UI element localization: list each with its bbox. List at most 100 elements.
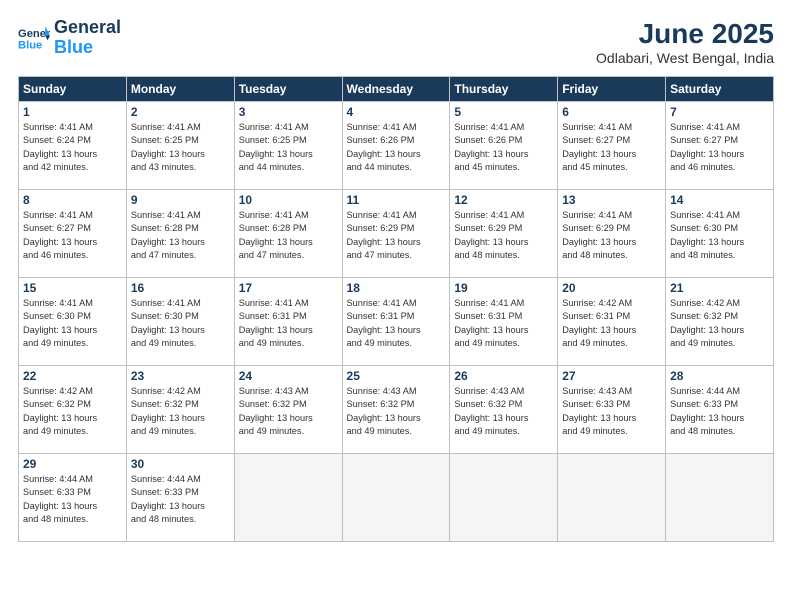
calendar-cell: 28 Sunrise: 4:44 AMSunset: 6:33 PMDayligh…	[666, 366, 774, 454]
day-info: Sunrise: 4:41 AMSunset: 6:27 PMDaylight:…	[670, 121, 769, 174]
day-number: 19	[454, 281, 553, 295]
day-number: 18	[347, 281, 446, 295]
calendar-cell: 5 Sunrise: 4:41 AMSunset: 6:26 PMDaylight…	[450, 102, 558, 190]
logo: General Blue General Blue	[18, 18, 121, 58]
day-number: 8	[23, 193, 122, 207]
day-info: Sunrise: 4:43 AMSunset: 6:32 PMDaylight:…	[239, 385, 338, 438]
day-info: Sunrise: 4:41 AMSunset: 6:29 PMDaylight:…	[347, 209, 446, 262]
day-info: Sunrise: 4:41 AMSunset: 6:29 PMDaylight:…	[562, 209, 661, 262]
day-info: Sunrise: 4:41 AMSunset: 6:30 PMDaylight:…	[670, 209, 769, 262]
calendar-week-row: 22 Sunrise: 4:42 AMSunset: 6:32 PMDayligh…	[19, 366, 774, 454]
calendar-cell: 10 Sunrise: 4:41 AMSunset: 6:28 PMDayligh…	[234, 190, 342, 278]
calendar-cell: 20 Sunrise: 4:42 AMSunset: 6:31 PMDayligh…	[558, 278, 666, 366]
day-info: Sunrise: 4:41 AMSunset: 6:29 PMDaylight:…	[454, 209, 553, 262]
calendar-cell: 21Sunrise: 4:42 AMSunset: 6:32 PMDayligh…	[666, 278, 774, 366]
day-number: 28	[670, 369, 769, 383]
day-info: Sunrise: 4:41 AMSunset: 6:26 PMDaylight:…	[454, 121, 553, 174]
day-number: 16	[131, 281, 230, 295]
calendar-cell: 7 Sunrise: 4:41 AMSunset: 6:27 PMDaylight…	[666, 102, 774, 190]
calendar-cell: 4Sunrise: 4:41 AMSunset: 6:26 PMDaylight…	[342, 102, 450, 190]
day-number: 23	[131, 369, 230, 383]
calendar-cell	[666, 454, 774, 542]
day-info: Sunrise: 4:41 AMSunset: 6:30 PMDaylight:…	[23, 297, 122, 350]
calendar-cell	[558, 454, 666, 542]
calendar-header-row: Sunday Monday Tuesday Wednesday Thursday…	[19, 77, 774, 102]
day-number: 21	[670, 281, 769, 295]
day-number: 9	[131, 193, 230, 207]
calendar-cell	[234, 454, 342, 542]
day-number: 7	[670, 105, 769, 119]
calendar-cell	[342, 454, 450, 542]
day-info: Sunrise: 4:41 AMSunset: 6:24 PMDaylight:…	[23, 121, 122, 174]
calendar-cell: 12Sunrise: 4:41 AMSunset: 6:29 PMDayligh…	[450, 190, 558, 278]
day-number: 10	[239, 193, 338, 207]
calendar-cell: 2 Sunrise: 4:41 AMSunset: 6:25 PMDaylight…	[126, 102, 234, 190]
calendar-cell: 9 Sunrise: 4:41 AMSunset: 6:28 PMDaylight…	[126, 190, 234, 278]
location: Odlabari, West Bengal, India	[596, 50, 774, 66]
calendar-cell: 14 Sunrise: 4:41 AMSunset: 6:30 PMDayligh…	[666, 190, 774, 278]
day-info: Sunrise: 4:42 AMSunset: 6:31 PMDaylight:…	[562, 297, 661, 350]
day-number: 25	[347, 369, 446, 383]
calendar-table: Sunday Monday Tuesday Wednesday Thursday…	[18, 76, 774, 542]
day-info: Sunrise: 4:41 AMSunset: 6:31 PMDaylight:…	[454, 297, 553, 350]
day-info: Sunrise: 4:44 AMSunset: 6:33 PMDaylight:…	[670, 385, 769, 438]
calendar-cell: 26 Sunrise: 4:43 AMSunset: 6:32 PMDayligh…	[450, 366, 558, 454]
calendar-week-row: 1 Sunrise: 4:41 AMSunset: 6:24 PMDaylight…	[19, 102, 774, 190]
calendar-cell: 30Sunrise: 4:44 AMSunset: 6:33 PMDayligh…	[126, 454, 234, 542]
day-info: Sunrise: 4:41 AMSunset: 6:28 PMDaylight:…	[131, 209, 230, 262]
page-header: General Blue General Blue June 2025 Odla…	[18, 18, 774, 66]
calendar-week-row: 8Sunrise: 4:41 AMSunset: 6:27 PMDaylight…	[19, 190, 774, 278]
col-thursday: Thursday	[450, 77, 558, 102]
day-info: Sunrise: 4:41 AMSunset: 6:28 PMDaylight:…	[239, 209, 338, 262]
calendar-cell	[450, 454, 558, 542]
day-number: 1	[23, 105, 122, 119]
calendar-cell: 17 Sunrise: 4:41 AMSunset: 6:31 PMDayligh…	[234, 278, 342, 366]
day-info: Sunrise: 4:42 AMSunset: 6:32 PMDaylight:…	[23, 385, 122, 438]
day-info: Sunrise: 4:44 AMSunset: 6:33 PMDaylight:…	[131, 473, 230, 526]
day-number: 13	[562, 193, 661, 207]
calendar-cell: 16Sunrise: 4:41 AMSunset: 6:30 PMDayligh…	[126, 278, 234, 366]
calendar-cell: 25 Sunrise: 4:43 AMSunset: 6:32 PMDayligh…	[342, 366, 450, 454]
day-number: 26	[454, 369, 553, 383]
calendar-cell: 1 Sunrise: 4:41 AMSunset: 6:24 PMDaylight…	[19, 102, 127, 190]
day-number: 29	[23, 457, 122, 471]
calendar-cell: 3Sunrise: 4:41 AMSunset: 6:25 PMDaylight…	[234, 102, 342, 190]
calendar-cell: 24Sunrise: 4:43 AMSunset: 6:32 PMDayligh…	[234, 366, 342, 454]
calendar-week-row: 29 Sunrise: 4:44 AMSunset: 6:33 PMDayligh…	[19, 454, 774, 542]
title-block: June 2025 Odlabari, West Bengal, India	[596, 18, 774, 66]
day-number: 14	[670, 193, 769, 207]
day-number: 17	[239, 281, 338, 295]
calendar-cell: 13 Sunrise: 4:41 AMSunset: 6:29 PMDayligh…	[558, 190, 666, 278]
day-info: Sunrise: 4:41 AMSunset: 6:25 PMDaylight:…	[131, 121, 230, 174]
day-info: Sunrise: 4:41 AMSunset: 6:27 PMDaylight:…	[562, 121, 661, 174]
col-saturday: Saturday	[666, 77, 774, 102]
day-info: Sunrise: 4:42 AMSunset: 6:32 PMDaylight:…	[131, 385, 230, 438]
day-info: Sunrise: 4:41 AMSunset: 6:25 PMDaylight:…	[239, 121, 338, 174]
day-info: Sunrise: 4:43 AMSunset: 6:32 PMDaylight:…	[347, 385, 446, 438]
col-sunday: Sunday	[19, 77, 127, 102]
day-number: 2	[131, 105, 230, 119]
logo-icon: General Blue	[18, 24, 50, 52]
calendar-cell: 6Sunrise: 4:41 AMSunset: 6:27 PMDaylight…	[558, 102, 666, 190]
day-number: 4	[347, 105, 446, 119]
calendar-cell: 22 Sunrise: 4:42 AMSunset: 6:32 PMDayligh…	[19, 366, 127, 454]
col-monday: Monday	[126, 77, 234, 102]
col-tuesday: Tuesday	[234, 77, 342, 102]
calendar-cell: 27Sunrise: 4:43 AMSunset: 6:33 PMDayligh…	[558, 366, 666, 454]
calendar-cell: 8Sunrise: 4:41 AMSunset: 6:27 PMDaylight…	[19, 190, 127, 278]
col-friday: Friday	[558, 77, 666, 102]
calendar-cell: 23 Sunrise: 4:42 AMSunset: 6:32 PMDayligh…	[126, 366, 234, 454]
page-container: General Blue General Blue June 2025 Odla…	[0, 0, 792, 612]
day-number: 11	[347, 193, 446, 207]
month-year: June 2025	[596, 18, 774, 50]
day-info: Sunrise: 4:43 AMSunset: 6:33 PMDaylight:…	[562, 385, 661, 438]
calendar-cell: 11 Sunrise: 4:41 AMSunset: 6:29 PMDayligh…	[342, 190, 450, 278]
day-info: Sunrise: 4:43 AMSunset: 6:32 PMDaylight:…	[454, 385, 553, 438]
day-info: Sunrise: 4:41 AMSunset: 6:31 PMDaylight:…	[347, 297, 446, 350]
day-number: 22	[23, 369, 122, 383]
day-number: 20	[562, 281, 661, 295]
day-number: 5	[454, 105, 553, 119]
calendar-cell: 29Sunrise: 4:44 AMSunset: 6:33 PMDayligh…	[19, 454, 127, 542]
day-info: Sunrise: 4:41 AMSunset: 6:31 PMDaylight:…	[239, 297, 338, 350]
calendar-cell: 19 Sunrise: 4:41 AMSunset: 6:31 PMDayligh…	[450, 278, 558, 366]
